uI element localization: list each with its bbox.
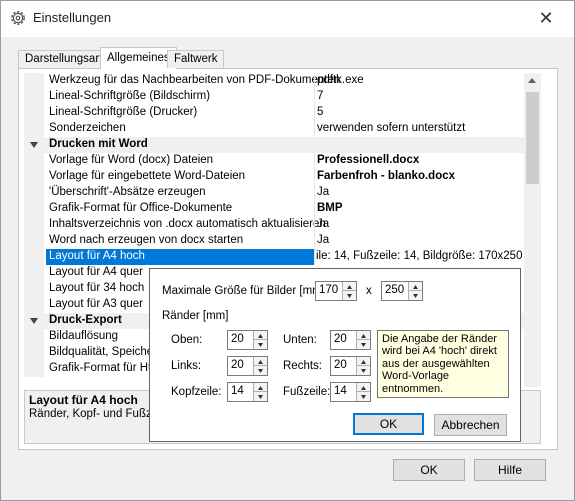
spin-down-icon[interactable] [253, 392, 267, 401]
grid-row[interactable]: Sonderzeichen verwenden sofern unterstütz… [24, 121, 541, 137]
size-x-label: x [366, 285, 372, 297]
spin-down-icon[interactable] [253, 366, 267, 375]
description-title: Layout für A4 hoch [29, 393, 138, 407]
image-height-stepper[interactable]: 250 [381, 281, 423, 301]
spin-up-icon[interactable] [356, 331, 370, 340]
spin-up-icon[interactable] [356, 383, 370, 392]
popup-cancel-button[interactable]: Abbrechen [434, 414, 507, 436]
top-margin-stepper[interactable]: 20 [227, 330, 268, 350]
grid-row[interactable]: 'Überschrift'-Absätze erzeugen Ja [24, 185, 541, 201]
right-margin-label: Rechts: [283, 360, 322, 372]
grid-row[interactable]: Vorlage für eingebettete Word-Dateien Far… [24, 169, 541, 185]
spin-down-icon[interactable] [253, 340, 267, 349]
spin-up-icon[interactable] [253, 331, 267, 340]
left-margin-label: Links: [171, 360, 202, 372]
category-row-drucken-mit-word[interactable]: Drucken mit Word [24, 137, 541, 153]
bottom-margin-label: Unten: [283, 334, 317, 346]
grid-row[interactable]: Vorlage für Word (docx) Dateien Professio… [24, 153, 541, 169]
scroll-up-icon[interactable] [528, 78, 536, 83]
collapse-arrow-icon[interactable] [30, 318, 38, 324]
tab-darstellungsart[interactable]: Darstellungsart [18, 50, 110, 68]
close-icon[interactable]: ✕ [534, 6, 558, 30]
tab-allgemeines[interactable]: Allgemeines [100, 47, 177, 69]
spin-down-icon[interactable] [342, 291, 356, 300]
left-margin-stepper[interactable]: 20 [227, 356, 268, 376]
bottom-margin-stepper[interactable]: 20 [330, 330, 371, 350]
right-margin-stepper[interactable]: 20 [330, 356, 371, 376]
image-width-stepper[interactable]: 170 [315, 281, 357, 301]
window-title: Einstellungen [33, 10, 112, 25]
grid-row[interactable]: Inhaltsverzeichnis von .docx automatisch… [24, 217, 541, 233]
max-size-label: Maximale Größe für Bilder [mm] [162, 285, 325, 297]
tab-faltwerk[interactable]: Faltwerk [167, 50, 225, 68]
margins-label: Ränder [mm] [162, 310, 229, 322]
spin-down-icon[interactable] [408, 291, 422, 300]
footer-margin-stepper[interactable]: 14 [330, 382, 371, 402]
grid-row[interactable]: Grafik-Format für Office-Dokumente BMP [24, 201, 541, 217]
description-text: Ränder, Kopf- und Fußze [29, 408, 159, 420]
collapse-arrow-icon[interactable] [30, 142, 38, 148]
header-margin-label: Kopfzeile: [171, 386, 222, 398]
footer-margin-label: Fußzeile: [283, 386, 331, 398]
spin-down-icon[interactable] [356, 340, 370, 349]
spin-up-icon[interactable] [408, 282, 422, 291]
spin-up-icon[interactable] [253, 357, 267, 366]
scrollbar-thumb[interactable] [526, 92, 539, 184]
spin-up-icon[interactable] [253, 383, 267, 392]
spin-down-icon[interactable] [356, 366, 370, 375]
grid-row[interactable]: Lineal-Schriftgröße (Drucker) 5 [24, 105, 541, 121]
grid-row-selected[interactable]: Layout für A4 hoch ile: 14, Fußzeile: 14,… [24, 249, 541, 265]
grid-row[interactable]: Werkzeug für das Nachbearbeiten von PDF-… [24, 73, 541, 89]
top-margin-label: Oben: [171, 334, 203, 346]
grid-row[interactable]: Word nach erzeugen von docx starten Ja [24, 233, 541, 249]
grid-row[interactable]: Lineal-Schriftgröße (Bildschirm) 7 [24, 89, 541, 105]
popup-ok-button[interactable]: OK [353, 413, 424, 435]
gear-icon [11, 11, 25, 25]
ok-button[interactable]: OK [393, 459, 465, 481]
header-margin-stepper[interactable]: 14 [227, 382, 268, 402]
help-button[interactable]: Hilfe [474, 459, 546, 481]
spin-up-icon[interactable] [342, 282, 356, 291]
spin-down-icon[interactable] [356, 392, 370, 401]
spin-up-icon[interactable] [356, 357, 370, 366]
margin-info-tooltip: Die Angabe der Ränder wird bei A4 'hoch'… [377, 330, 509, 398]
